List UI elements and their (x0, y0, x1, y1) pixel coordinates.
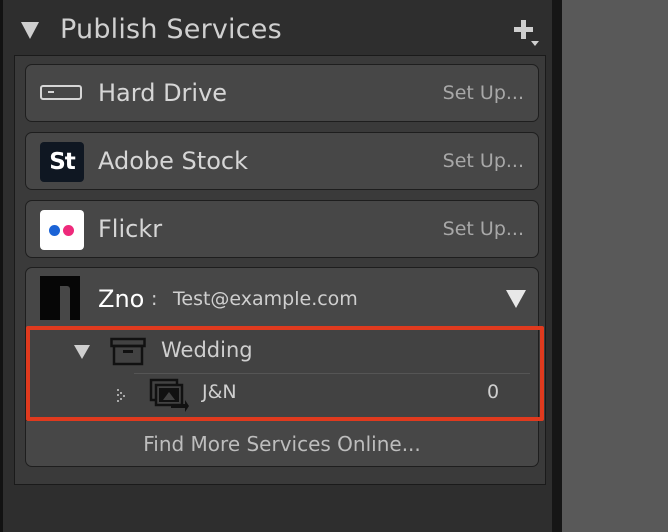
panel-title: Publish Services (60, 14, 282, 45)
disclosure-triangle-icon[interactable] (74, 345, 90, 359)
find-more-services-button[interactable]: Find More Services Online... (25, 421, 539, 467)
expand-triangle-icon[interactable] (506, 290, 526, 308)
collection-jn[interactable]: J&N (202, 381, 237, 403)
service-name: Adobe Stock (98, 147, 248, 175)
service-name: Hard Drive (98, 79, 228, 107)
dotted-arrow-icon (117, 389, 125, 402)
setup-link[interactable]: Set Up... (443, 218, 524, 240)
service-row-flickr[interactable]: Flickr Set Up... (25, 200, 539, 258)
setup-link[interactable]: Set Up... (443, 82, 524, 104)
collection-set-wedding[interactable]: Wedding (161, 338, 253, 362)
account-email: Test@example.com (173, 288, 358, 310)
collections-tree: Wedding J&N 0 (26, 328, 538, 420)
service-name: Flickr (98, 215, 163, 243)
divider (134, 373, 530, 374)
service-row-hard-drive[interactable]: Hard Drive Set Up... (25, 64, 539, 122)
setup-link[interactable]: Set Up... (443, 150, 524, 172)
collection-set-box-icon (110, 337, 146, 366)
collection-count: 0 (487, 381, 500, 403)
panel-header[interactable]: Publish Services (3, 0, 552, 58)
account-separator: : (151, 288, 158, 310)
services-list: Hard Drive Set Up... St Adobe Stock Set … (14, 55, 546, 485)
service-row-zno[interactable]: Zno : Test@example.com Wedding J&N 0 (25, 267, 539, 421)
flickr-icon (40, 210, 84, 250)
adobe-stock-icon: St (40, 142, 84, 182)
collapse-triangle-icon[interactable] (21, 22, 39, 39)
add-plus-icon[interactable] (511, 17, 541, 47)
smart-collection-icon (149, 378, 189, 412)
service-name: Zno (98, 285, 145, 313)
main-view-area (562, 0, 668, 532)
panel-divider[interactable] (552, 0, 562, 532)
hard-drive-icon (40, 85, 82, 100)
zno-logo-icon (40, 276, 80, 320)
publish-services-panel: Publish Services Hard Drive Set Up... St… (3, 0, 552, 532)
service-row-adobe-stock[interactable]: St Adobe Stock Set Up... (25, 132, 539, 190)
